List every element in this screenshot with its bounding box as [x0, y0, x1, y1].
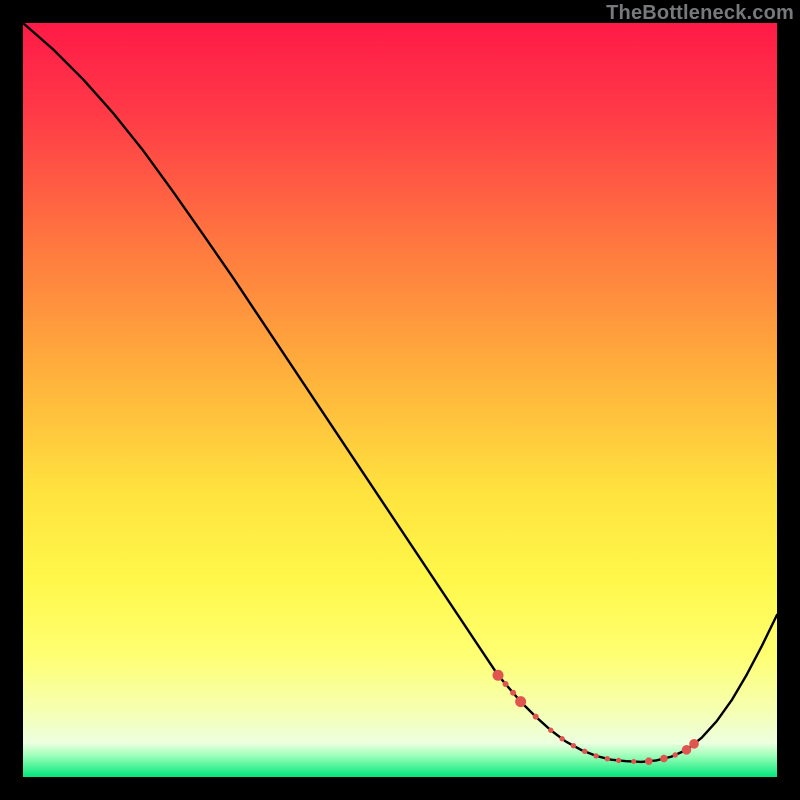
highlight-marker [559, 736, 564, 741]
bottleneck-curve [23, 23, 777, 762]
highlight-marker [493, 670, 504, 681]
highlight-marker [533, 714, 539, 720]
chart-frame: TheBottleneck.com [0, 0, 800, 800]
highlight-marker [593, 753, 598, 758]
highlight-marker [645, 757, 653, 765]
highlight-marker [515, 696, 526, 707]
curve-layer [23, 23, 777, 777]
highlight-marker [605, 756, 610, 761]
highlight-marker [660, 755, 668, 763]
highlight-markers [493, 670, 699, 765]
attribution-text: TheBottleneck.com [606, 2, 794, 25]
highlight-marker [582, 749, 587, 754]
highlight-marker [631, 759, 636, 764]
highlight-marker [689, 739, 699, 749]
highlight-marker [510, 690, 516, 696]
plot-area [23, 23, 777, 777]
highlight-marker [682, 745, 692, 755]
highlight-marker [616, 758, 621, 763]
highlight-marker [548, 728, 553, 733]
highlight-marker [503, 681, 509, 687]
highlight-marker [673, 752, 678, 757]
highlight-marker [571, 743, 576, 748]
